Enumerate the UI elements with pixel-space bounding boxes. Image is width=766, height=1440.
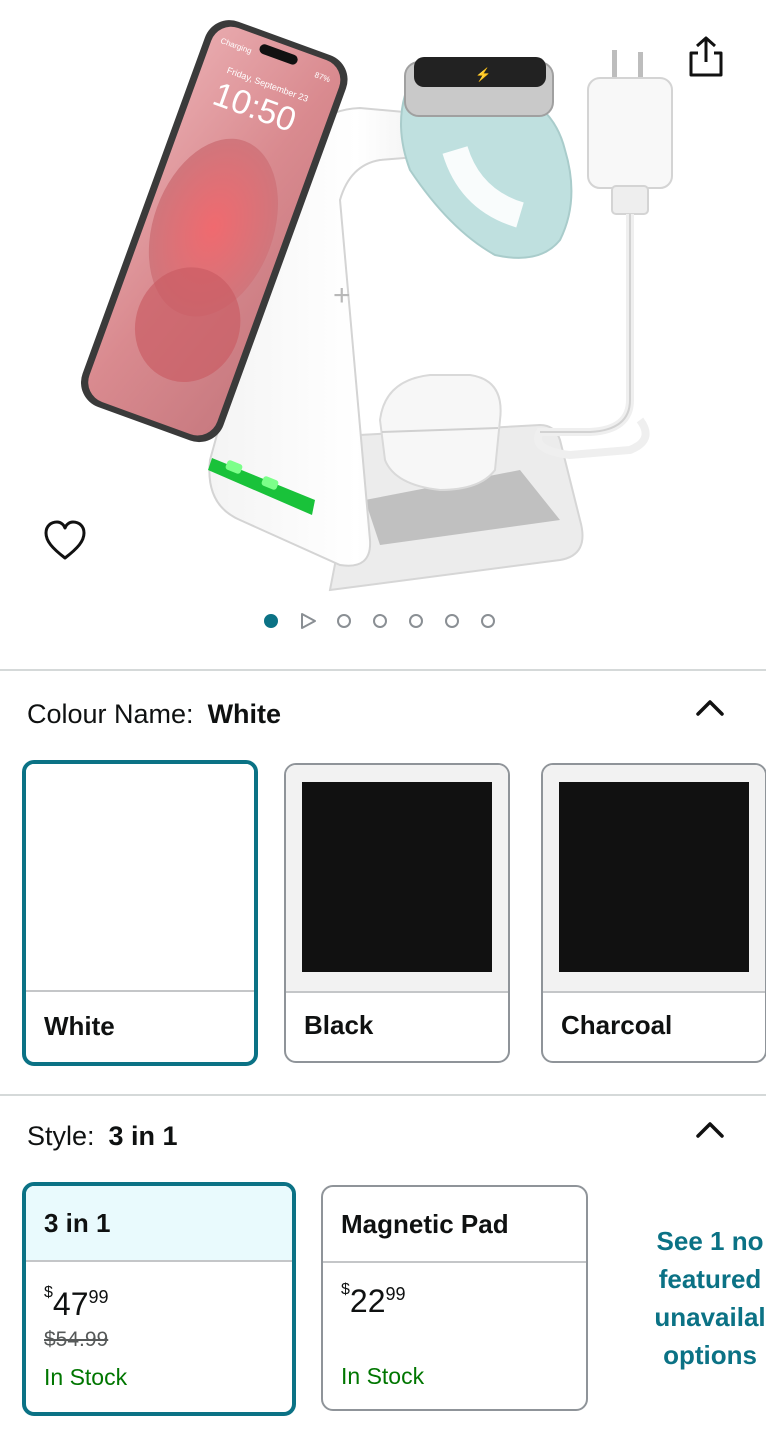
style-collapse-chevron-up-icon[interactable] — [694, 1118, 726, 1142]
style-option-stock: In Stock — [44, 1364, 128, 1390]
colour-swatch-image — [286, 765, 508, 993]
pagination-dot[interactable] — [373, 614, 387, 628]
pagination-dot[interactable] — [409, 614, 423, 628]
style-option-stock: In Stock — [341, 1363, 425, 1389]
colour-option-name: Charcoal — [561, 1010, 673, 1040]
share-icon[interactable] — [684, 34, 728, 80]
svg-text:+: + — [333, 279, 351, 312]
style-option-magnetic-pad[interactable]: Magnetic Pad $2299 In Stock — [321, 1185, 588, 1411]
colour-swatch-image — [543, 765, 765, 993]
colour-option-white[interactable]: White — [22, 760, 258, 1066]
style-option-price: $4799 — [44, 1284, 109, 1322]
pagination-dot[interactable] — [264, 614, 278, 628]
pagination-dot[interactable] — [445, 614, 459, 628]
style-option-name: 3 in 1 — [44, 1208, 111, 1238]
style-option-name: Magnetic Pad — [341, 1209, 509, 1239]
section-divider — [0, 669, 766, 671]
style-option-list-price: $54.99 — [44, 1328, 109, 1351]
heart-icon[interactable] — [40, 516, 90, 564]
see-unavailable-options-link[interactable]: See 1 no featured unavailal options — [630, 1222, 766, 1374]
style-option-3-in-1[interactable]: 3 in 1 $4799 $54.99 In Stock — [22, 1182, 296, 1416]
pagination-dot[interactable] — [481, 614, 495, 628]
colour-collapse-chevron-up-icon[interactable] — [694, 696, 726, 720]
pagination-dot[interactable] — [337, 614, 351, 628]
section-divider — [0, 1094, 766, 1096]
style-option-price: $2299 — [341, 1281, 406, 1319]
style-selected-value: 3 in 1 — [108, 1121, 178, 1151]
svg-text:⚡: ⚡ — [475, 67, 491, 83]
colour-swatch-image — [26, 764, 254, 992]
colour-option-black[interactable]: Black — [284, 763, 510, 1063]
style-option-header: Magnetic Pad — [323, 1187, 586, 1263]
colour-label: Colour Name: White — [27, 699, 282, 729]
product-image[interactable]: + ⚡ Charging 87% Friday, September 23 10… — [0, 0, 766, 660]
colour-option-charcoal[interactable]: Charcoal — [541, 763, 766, 1063]
style-option-header: 3 in 1 — [26, 1186, 292, 1262]
video-play-icon[interactable] — [299, 612, 317, 630]
image-pagination — [0, 600, 766, 640]
colour-option-name: Black — [304, 1010, 374, 1040]
colour-selected-value: White — [207, 699, 282, 729]
colour-option-name: White — [44, 1011, 115, 1041]
product-photo: + ⚡ Charging 87% Friday, September 23 10… — [81, 20, 673, 592]
style-label: Style: 3 in 1 — [27, 1121, 178, 1151]
